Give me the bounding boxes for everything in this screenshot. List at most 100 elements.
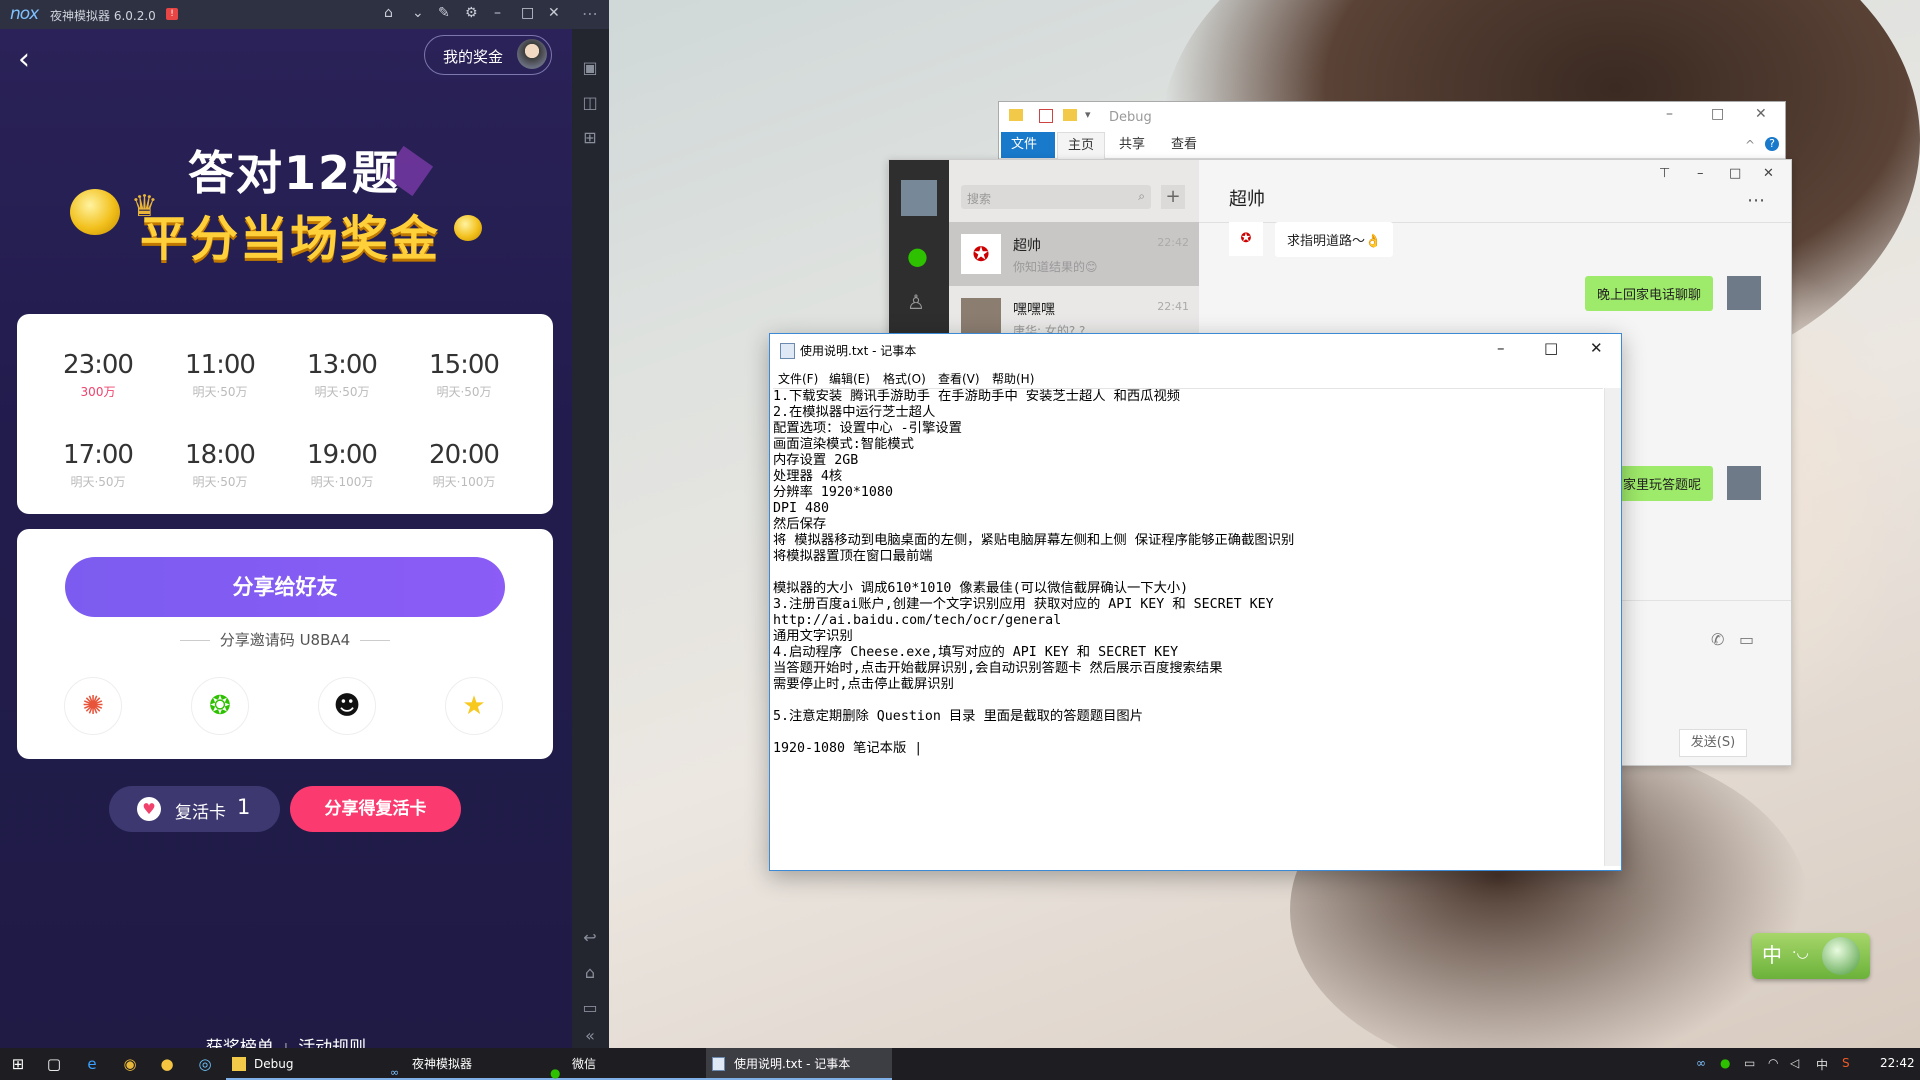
help-icon[interactable]: ? bbox=[1765, 137, 1779, 151]
menu-edit[interactable]: 编辑(E) bbox=[829, 370, 870, 387]
taskbar-app-emulator[interactable]: ∞ 夜神模拟器 bbox=[384, 1048, 562, 1080]
tab-file[interactable]: 文件 bbox=[1001, 132, 1055, 158]
browser-icon[interactable]: ● bbox=[157, 1054, 177, 1074]
text-editor[interactable]: 1.下载安装 腾讯手游助手 在手游助手中 安装芝士超人 和西瓜视频 2.在模拟器中… bbox=[773, 388, 1603, 867]
my-prize-button[interactable]: 我的奖金 bbox=[424, 35, 552, 75]
close-icon[interactable]: ✕ bbox=[1590, 339, 1603, 357]
wifi-icon[interactable]: ◠ bbox=[1768, 1056, 1778, 1070]
more-icon[interactable]: ⋯ bbox=[1747, 190, 1765, 211]
menu-view[interactable]: 查看(V) bbox=[938, 370, 980, 387]
more-icon[interactable]: ⋯ bbox=[581, 5, 599, 23]
text-line: ​ bbox=[773, 693, 1603, 709]
ime-tray-icon[interactable]: S bbox=[1842, 1056, 1850, 1070]
alert-badge[interactable]: ! bbox=[166, 8, 178, 20]
send-button[interactable]: 发送(S) bbox=[1679, 729, 1747, 757]
android-back-icon[interactable]: ↩ bbox=[581, 929, 599, 947]
taskbar-app-notepad[interactable]: 使用说明.txt - 记事本 bbox=[706, 1048, 892, 1080]
new-folder-icon[interactable] bbox=[1063, 109, 1077, 121]
chrome-icon[interactable]: ◉ bbox=[120, 1054, 140, 1074]
close-icon[interactable]: ✕ bbox=[1763, 166, 1774, 181]
volume-icon[interactable]: ◁ bbox=[1790, 1056, 1799, 1070]
taskbar-app-explorer[interactable]: Debug bbox=[226, 1048, 404, 1080]
explorer-window: ▾ Debug – □ ✕ 文件 主页 共享 查看 ^ ? bbox=[998, 101, 1786, 161]
share-to-friends-button[interactable]: 分享给好友 bbox=[65, 557, 505, 617]
close-icon[interactable]: ✕ bbox=[1755, 106, 1767, 122]
chat-list-item[interactable]: ✪ 超帅 你知道结果的😊 22:42 bbox=[949, 222, 1199, 286]
pin-icon[interactable]: ⊤ bbox=[1659, 166, 1670, 181]
avatar[interactable] bbox=[1727, 466, 1761, 500]
message-bubble: 家里玩答题呢 bbox=[1611, 466, 1714, 501]
start-icon[interactable]: ⊞ bbox=[8, 1054, 28, 1074]
contacts-icon[interactable]: ♙ bbox=[907, 290, 925, 314]
rules-link[interactable]: 活动规则 bbox=[298, 1038, 366, 1048]
slot-prize: 明天·50万 bbox=[192, 475, 248, 489]
properties-icon[interactable] bbox=[1039, 109, 1053, 123]
android-recent-icon[interactable]: ▭ bbox=[581, 999, 599, 1017]
contact-avatar[interactable]: ✪ bbox=[1229, 222, 1263, 256]
schedule-slot: 20:00 明天·100万 bbox=[404, 440, 524, 490]
avatar[interactable] bbox=[1727, 276, 1761, 310]
tab-share[interactable]: 共享 bbox=[1109, 132, 1155, 158]
get-revive-card-button[interactable]: 分享得复活卡 bbox=[290, 786, 461, 832]
vertical-scrollbar[interactable] bbox=[1604, 388, 1621, 866]
taskbar-app-wechat[interactable]: ● 微信 bbox=[544, 1048, 722, 1080]
minimize-icon[interactable]: – bbox=[1666, 106, 1673, 122]
wechat-icon[interactable]: ❂ bbox=[191, 677, 249, 735]
tab-view[interactable]: 查看 bbox=[1161, 132, 1207, 158]
minimize-icon[interactable]: – bbox=[1497, 339, 1505, 357]
revive-label: 复活卡 bbox=[175, 803, 226, 823]
wechat-tray-icon[interactable]: ● bbox=[1720, 1056, 1730, 1070]
qq-icon[interactable]: ☻ bbox=[318, 677, 376, 735]
maximize-icon[interactable]: □ bbox=[521, 5, 534, 21]
menu-help[interactable]: 帮助(H) bbox=[992, 370, 1034, 387]
gear-icon[interactable]: ⚙ bbox=[465, 5, 478, 21]
phone-icon[interactable]: ✆ bbox=[1711, 630, 1724, 649]
maximize-icon[interactable]: □ bbox=[1711, 106, 1724, 122]
new-chat-button[interactable]: + bbox=[1161, 185, 1185, 209]
chat-icon[interactable]: ● bbox=[907, 242, 928, 270]
multi-window-icon[interactable]: ◫ bbox=[581, 94, 599, 112]
chat-preview: 你知道结果的😊 bbox=[1013, 260, 1098, 274]
nox-icon: ∞ bbox=[390, 1066, 400, 1079]
text-line: ​ bbox=[773, 565, 1603, 581]
search-input[interactable]: 搜索 ⌕ bbox=[961, 185, 1151, 209]
chevron-down-icon[interactable]: ⌄ bbox=[412, 5, 424, 21]
menu-format[interactable]: 格式(O) bbox=[883, 370, 926, 387]
add-icon[interactable]: ⊞ bbox=[581, 129, 599, 147]
install-apk-icon[interactable]: ▣ bbox=[581, 59, 599, 77]
back-icon[interactable]: ‹ bbox=[18, 42, 30, 77]
avatar[interactable] bbox=[901, 180, 937, 216]
close-icon[interactable]: ✕ bbox=[548, 5, 560, 21]
pin-icon[interactable]: ✎ bbox=[438, 5, 450, 21]
leaderboard-link[interactable]: 获奖榜单 bbox=[206, 1038, 274, 1048]
moments-icon[interactable]: ✺ bbox=[64, 677, 122, 735]
sidebar-top: ⋯ bbox=[572, 0, 609, 29]
clock[interactable]: 22:42 bbox=[1880, 1056, 1915, 1070]
menu-file[interactable]: 文件(F) bbox=[778, 370, 818, 387]
minimize-icon[interactable]: – bbox=[1697, 166, 1704, 181]
edge-icon[interactable]: e bbox=[82, 1054, 102, 1074]
search-app-icon[interactable]: ◎ bbox=[195, 1054, 215, 1074]
chevron-up-icon[interactable]: ^ bbox=[1745, 138, 1755, 152]
maximize-icon[interactable]: □ bbox=[1544, 339, 1558, 357]
headline-subtitle: 平分当场奖金 bbox=[140, 211, 441, 267]
qzone-icon[interactable]: ★ bbox=[445, 677, 503, 735]
tab-home[interactable]: 主页 bbox=[1057, 132, 1106, 159]
video-call-icon[interactable]: ▭ bbox=[1739, 630, 1754, 649]
schedule-slot: 19:00 明天·100万 bbox=[282, 440, 402, 490]
quick-access-dropdown-icon[interactable]: ▾ bbox=[1085, 108, 1091, 121]
input-language[interactable]: 中 bbox=[1816, 1056, 1828, 1073]
nox-tray-icon[interactable]: ∞ bbox=[1696, 1056, 1706, 1070]
text-line: 5.注意定期删除 Question 目录 里面是截取的答题题目图片 bbox=[773, 709, 1144, 724]
battery-icon[interactable]: ▭ bbox=[1744, 1056, 1755, 1070]
ime-widget[interactable]: 中 ·◡ bbox=[1752, 933, 1870, 979]
android-home-icon[interactable]: ⌂ bbox=[581, 964, 599, 982]
emulator-window: nox 夜神模拟器 6.0.2.0 ! ⌂ ⌄ ✎ ⚙ – □ ✕ ⋯ ‹ 我的… bbox=[0, 0, 609, 1048]
collapse-icon[interactable]: « bbox=[581, 1027, 599, 1045]
slot-time: 13:00 bbox=[307, 350, 378, 380]
home-icon[interactable]: ⌂ bbox=[384, 5, 393, 21]
task-view-icon[interactable]: ▢ bbox=[44, 1054, 64, 1074]
minimize-icon[interactable]: – bbox=[494, 5, 501, 21]
maximize-icon[interactable]: □ bbox=[1729, 166, 1741, 181]
taskbar-app-label: 微信 bbox=[572, 1057, 597, 1071]
